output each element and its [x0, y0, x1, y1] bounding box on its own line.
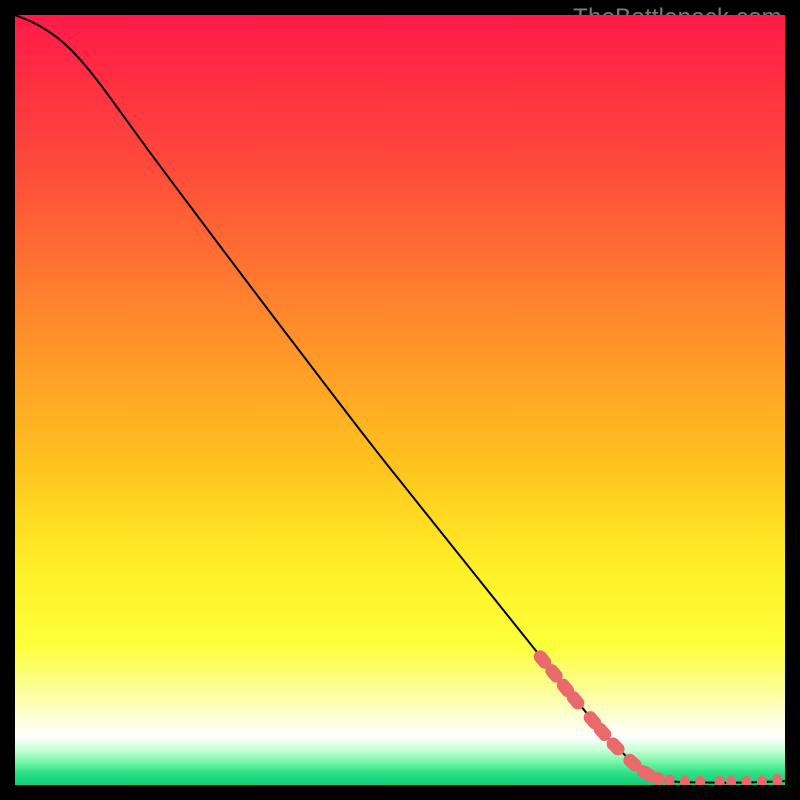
plot-background: [15, 15, 785, 785]
chart-stage: TheBottleneck.com: [0, 0, 800, 800]
chart-plot: [15, 15, 785, 785]
